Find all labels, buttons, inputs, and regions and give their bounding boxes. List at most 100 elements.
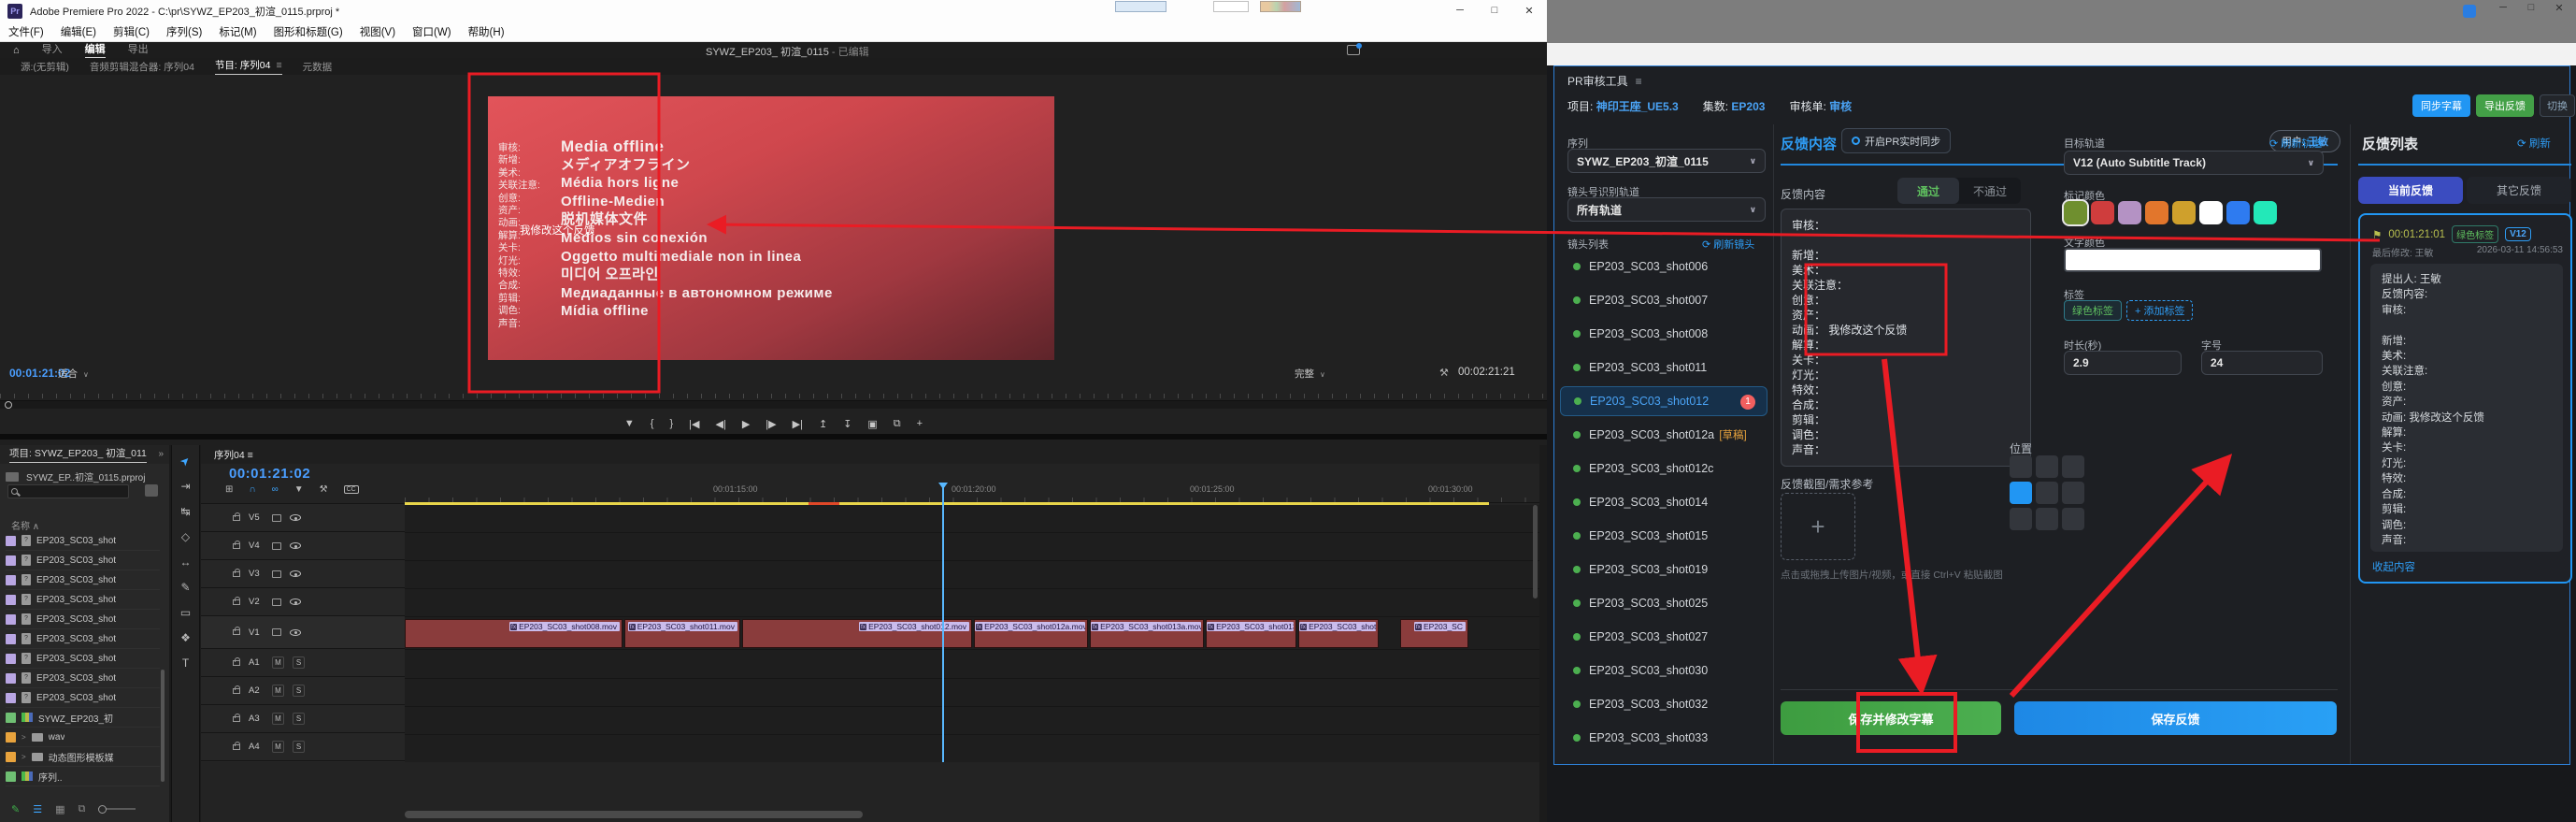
menu-视图[interactable]: 视图(V) xyxy=(351,24,404,39)
project-item-row[interactable]: SYWZ_EP203_初 xyxy=(6,708,160,728)
step-forward-icon[interactable]: |▶ xyxy=(766,418,776,430)
step-back-icon[interactable]: ◀| xyxy=(716,418,726,430)
label-color-chip[interactable] xyxy=(6,713,16,723)
refresh-track-link[interactable]: ⟳ 刷新轨道 xyxy=(2269,136,2322,151)
track-lock-icon[interactable] xyxy=(233,629,240,635)
fontsize-input[interactable]: 24 xyxy=(2201,351,2323,375)
timeline-clip[interactable]: fxEP203_SC03_shot012a.mov xyxy=(974,619,1088,648)
project-item-row[interactable]: ?EP203_SC03_shot xyxy=(6,570,160,590)
shot-track-dropdown[interactable]: 所有轨道∨ xyxy=(1567,197,1766,222)
sync-lock-icon[interactable] xyxy=(272,514,281,522)
track-label-V2[interactable]: V2 xyxy=(249,597,264,607)
nest-toggle-icon[interactable]: ⊞ xyxy=(225,484,233,495)
timeline-clip[interactable]: fxEP203_SC xyxy=(1400,619,1468,648)
zoom-level-dropdown[interactable]: 适合∨ xyxy=(58,367,89,381)
save-feedback-button[interactable]: 保存反馈 xyxy=(2014,701,2337,735)
track-lock-icon[interactable] xyxy=(233,515,240,521)
track-lock-icon[interactable] xyxy=(233,716,240,722)
track-select-tool[interactable]: ⇥ xyxy=(180,480,190,493)
label-color-chip[interactable] xyxy=(6,555,16,566)
toggle-track-output-icon[interactable] xyxy=(290,629,301,636)
program-video-frame[interactable]: 审核:新增:美术:关联注意:创意:资产:动画:解算:关卡:灯光:特效:合成:剪辑… xyxy=(488,96,1054,360)
project-item-row[interactable]: >wav xyxy=(6,728,160,747)
timeline-ruler[interactable]: 00:01:15:0000:01:20:0000:01:25:0000:01:3… xyxy=(405,483,1539,503)
menu-窗口[interactable]: 窗口(W) xyxy=(404,24,460,39)
panel-menu-icon[interactable]: ≡ xyxy=(276,60,281,71)
shot-list-item[interactable]: EP203_SC03_shot008 xyxy=(1560,319,1767,349)
shot-list-item[interactable]: EP203_SC03_shot025 xyxy=(1560,588,1767,618)
switch-button[interactable]: 切换 xyxy=(2540,94,2575,117)
twirl-icon[interactable]: > xyxy=(21,753,26,761)
solo-button[interactable]: S xyxy=(293,685,305,697)
solo-button[interactable]: S xyxy=(293,713,305,725)
mark-out-icon[interactable]: } xyxy=(669,418,673,429)
playback-resolution-dropdown[interactable]: 完整∨ xyxy=(1295,367,1325,381)
label-color-chip[interactable] xyxy=(6,654,16,664)
twirl-icon[interactable]: > xyxy=(21,733,26,742)
search-input[interactable] xyxy=(7,484,129,498)
target-track-dropdown[interactable]: V12 (Auto Subtitle Track)∨ xyxy=(2064,151,2324,175)
position-cell[interactable] xyxy=(2062,508,2084,530)
project-item-row[interactable]: ?EP203_SC03_shot xyxy=(6,629,160,649)
collapse-content-link[interactable]: 收起内容 xyxy=(2372,559,2415,574)
folder-up-icon[interactable] xyxy=(6,472,19,482)
project-item-row[interactable]: ?EP203_SC03_shot xyxy=(6,688,160,708)
edit-pencil-icon[interactable]: ✎ xyxy=(11,803,20,815)
project-item-row[interactable]: ?EP203_SC03_shot xyxy=(6,551,160,570)
icon-view-icon[interactable]: ▦ xyxy=(55,803,64,815)
position-cell[interactable] xyxy=(2062,455,2084,478)
project-item-row[interactable]: ?EP203_SC03_shot xyxy=(6,531,160,551)
shot-list-item[interactable]: EP203_SC03_shot032 xyxy=(1560,689,1767,719)
playhead[interactable] xyxy=(942,483,944,762)
sync-lock-icon[interactable] xyxy=(272,628,281,636)
refresh-feedback-link[interactable]: ⟳ 刷新 xyxy=(2517,136,2551,151)
label-color-chip[interactable] xyxy=(6,595,16,605)
shot-list-item[interactable]: EP203_SC03_shot015 xyxy=(1560,521,1767,551)
captions-icon[interactable]: CC xyxy=(344,485,359,494)
export-frame-icon[interactable]: ▣ xyxy=(867,418,877,430)
maximize-button[interactable]: □ xyxy=(2519,2,2543,13)
shot-list-item[interactable]: EP203_SC03_shot014 xyxy=(1560,487,1767,517)
fail-option[interactable]: 不通过 xyxy=(1959,178,2021,204)
timeline-clip[interactable]: fxEP203_SC03_shot011.mov xyxy=(624,619,740,648)
label-color-chip[interactable] xyxy=(6,575,16,585)
color-swatch[interactable] xyxy=(2226,201,2250,224)
label-color-chip[interactable] xyxy=(6,634,16,644)
tab-other-feedback[interactable]: 其它反馈 xyxy=(2467,177,2571,204)
color-swatch[interactable] xyxy=(2254,201,2277,224)
workspace-tab-导出[interactable]: 导出 xyxy=(128,41,149,59)
toggle-track-output-icon[interactable] xyxy=(290,542,301,549)
timeline-tab[interactable]: 序列04 ≡ xyxy=(214,448,253,462)
project-item-row[interactable]: ?EP203_SC03_shot xyxy=(6,649,160,669)
timeline-vertical-scrollbar[interactable] xyxy=(1533,505,1538,598)
sync-lock-icon[interactable] xyxy=(272,598,281,606)
project-item-row[interactable]: >动态图形模板媒 xyxy=(6,747,160,767)
ripple-edit-tool[interactable]: ↹ xyxy=(180,505,190,518)
position-cell[interactable] xyxy=(2010,455,2032,478)
timeline-clip[interactable]: fxEP203_SC03_shot013a.mov xyxy=(1090,619,1204,648)
label-color-chip[interactable] xyxy=(6,732,16,743)
track-label-A4[interactable]: A4 xyxy=(249,742,264,752)
label-color-chip[interactable] xyxy=(6,536,16,546)
pen-tool[interactable]: ✎ xyxy=(180,581,190,594)
project-item-row[interactable]: ?EP203_SC03_shot xyxy=(6,610,160,629)
track-label-V5[interactable]: V5 xyxy=(249,512,264,523)
track-label-A1[interactable]: A1 xyxy=(249,657,264,668)
add-screenshot-button[interactable]: + xyxy=(1781,493,1855,560)
position-cell[interactable] xyxy=(2036,508,2058,530)
timeline-horizontal-scrollbar[interactable] xyxy=(405,811,863,818)
mark-in-icon[interactable]: { xyxy=(651,418,654,429)
panel-menu-icon[interactable]: ≡ xyxy=(1636,75,1642,88)
close-button[interactable]: ✕ xyxy=(1513,0,1545,21)
save-and-edit-subtitle-button[interactable]: 保存并修改字幕 xyxy=(1781,701,2001,735)
list-view-icon[interactable]: ☰ xyxy=(33,803,42,815)
selection-tool[interactable]: ➤ xyxy=(178,453,193,469)
label-color-chip[interactable] xyxy=(6,752,16,762)
label-color-chip[interactable] xyxy=(6,772,16,782)
position-cell[interactable] xyxy=(2036,482,2058,504)
feedback-textarea[interactable]: 审核： 新增： 美术： 关联注意： 创意： 资产： 动画： 我修改这个反馈 解算… xyxy=(1781,209,2031,467)
enable-pr-sync-button[interactable]: 开启PR实时同步 xyxy=(1841,128,1951,153)
monitor-seek-bar[interactable] xyxy=(0,400,1547,409)
track-label-V3[interactable]: V3 xyxy=(249,569,264,579)
export-feedback-button[interactable]: 导出反馈 xyxy=(2476,94,2534,117)
